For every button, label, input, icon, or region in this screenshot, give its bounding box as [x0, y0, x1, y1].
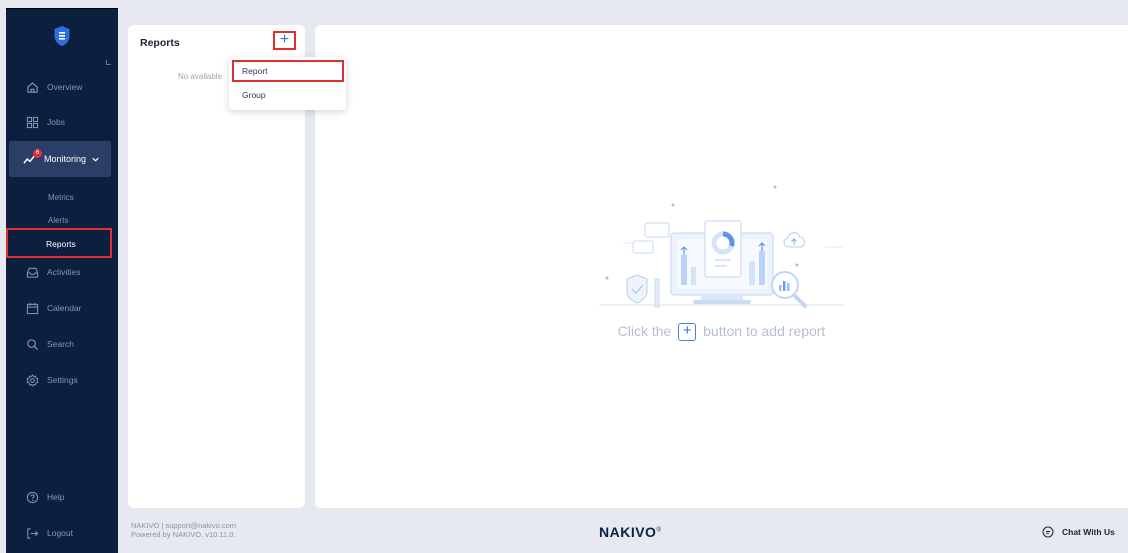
nav-search[interactable]: Search: [6, 332, 118, 356]
search-icon: [27, 338, 39, 350]
nav-jobs-label: Jobs: [47, 117, 65, 127]
nav-monitoring-label: Monitoring: [44, 154, 87, 164]
nav-logout[interactable]: Logout: [6, 521, 118, 545]
subnav-metrics[interactable]: Metrics: [48, 193, 74, 202]
chat-bubble-icon: [1042, 526, 1054, 538]
empty-state-message: Click the + button to add report: [315, 323, 1128, 342]
nav-overview[interactable]: Overview: [6, 75, 118, 99]
calendar-icon: [26, 302, 39, 314]
add-report-button[interactable]: +: [273, 31, 296, 50]
nav-help-label: Help: [47, 492, 65, 502]
footer-support-line: NAKIVO | support@nakivo.com: [131, 521, 237, 530]
menu-item-report[interactable]: Report: [232, 60, 344, 82]
jobs-grid-icon: [26, 116, 39, 128]
subnav-reports[interactable]: Reports: [6, 228, 112, 258]
add-dropdown-menu: Report Group: [229, 57, 346, 110]
nav-jobs[interactable]: Jobs: [6, 110, 118, 134]
help-icon: [26, 491, 39, 503]
empty-state-text-end: button to add report: [703, 323, 826, 339]
nav-help[interactable]: Help: [6, 485, 118, 509]
menu-item-group[interactable]: Group: [232, 84, 344, 106]
nav-activities-label: Activities: [47, 267, 81, 277]
empty-state-illustration: [599, 185, 845, 308]
nav-search-label: Search: [47, 339, 74, 349]
footer-logo-text: NAKIVO: [599, 524, 657, 540]
empty-state-text-start: Click the: [617, 323, 672, 339]
activities-inbox-icon: [26, 267, 39, 278]
nav-calendar[interactable]: Calendar: [6, 296, 118, 320]
nav-settings[interactable]: Settings: [6, 368, 118, 392]
nav-activities[interactable]: Activities: [6, 260, 118, 284]
subnav-reports-label: Reports: [46, 239, 76, 249]
footer-version-line: Powered by NAKIVO. v10.11.0.: [131, 530, 236, 539]
nakivo-shield-logo[interactable]: [53, 25, 71, 47]
nav-logout-label: Logout: [47, 528, 73, 538]
gear-icon: [26, 373, 39, 387]
subnav-alerts[interactable]: Alerts: [48, 216, 68, 225]
nav-calendar-label: Calendar: [47, 303, 82, 313]
logout-icon: [27, 527, 39, 539]
collapse-sidebar-icon[interactable]: [106, 60, 111, 65]
footer-info: NAKIVO | support@nakivo.com Powered by N…: [131, 521, 236, 539]
chevron-down-icon: [92, 157, 99, 162]
chat-with-us-label: Chat With Us: [1062, 527, 1115, 537]
footer-logo-mark: ®: [656, 527, 662, 534]
chat-with-us-button[interactable]: Chat With Us: [1042, 526, 1115, 538]
report-detail-panel: Click the + button to add report: [315, 25, 1128, 508]
nav-settings-label: Settings: [47, 375, 78, 385]
nakivo-footer-logo: NAKIVO®: [599, 524, 661, 540]
sidebar: Overview Jobs 6 Monitoring Metrics Alert…: [6, 8, 118, 553]
nav-monitoring[interactable]: 6 Monitoring: [9, 141, 111, 177]
no-reports-text: No available: [178, 72, 223, 81]
reports-panel-title: Reports: [140, 37, 180, 49]
monitoring-badge: 6: [33, 149, 42, 158]
nav-overview-label: Overview: [47, 82, 83, 92]
home-icon: [27, 81, 38, 93]
empty-state-plus-icon: +: [678, 323, 697, 342]
